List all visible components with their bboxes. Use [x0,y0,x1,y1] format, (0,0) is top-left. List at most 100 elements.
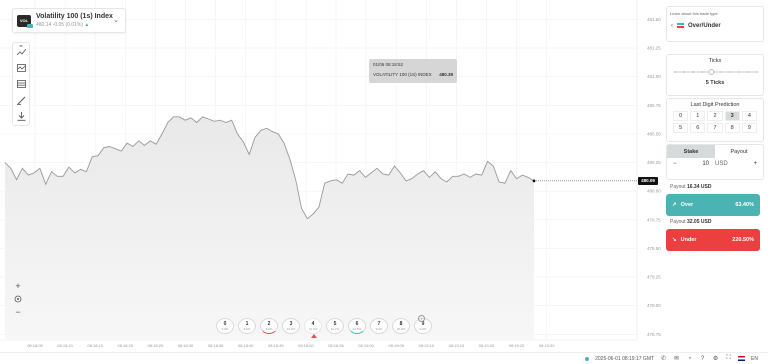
digit-option-6[interactable]: 6 [690,123,706,133]
digit-stat-percent: 9.9% [419,327,427,331]
indicators-icon[interactable] [15,62,27,74]
digit-stat-percent: 8.6% [243,327,251,331]
digit-option-3[interactable]: 3 [724,111,740,121]
x-tick-label: 08:19:05 [388,343,404,348]
symbol-quote: 480.14 -0.05 (0.01%) ▲ [36,22,113,28]
symbol-name: Volatility 100 (1s) Index [36,13,113,20]
tooltip-label: VOLATILITY 100 (1S) INDEX [373,72,432,77]
x-tick-label: 08:19:10 [419,343,435,348]
crosshair-button[interactable] [12,293,24,305]
x-tick-label: 08:19:15 [449,343,465,348]
tab-stake[interactable]: Stake [667,145,715,158]
digit-stat-0: 0 9.6% [216,318,234,334]
symbol-icon-label: VOL [19,18,29,23]
x-tick-label: 08:18:25 [148,343,164,348]
ticks-slider-step[interactable] [683,71,686,73]
zoom-in-button[interactable]: + [12,280,24,292]
digit-option-8[interactable]: 8 [724,123,740,133]
server-time: 2025-06-01 08:19:17 GMT [595,355,655,362]
settings-icon[interactable]: ⚙ [712,355,719,362]
purchase-under-button[interactable]: ↘ Under 220.50% [666,229,760,251]
ticks-slider-step[interactable] [719,71,722,73]
symbol-selector[interactable]: VOL Volatility 100 (1s) Index 480.14 -0.… [12,8,126,33]
y-tick-label: 479.75 [647,217,661,222]
y-tick-label: 479.50 [647,246,661,251]
digit-stat-percent: 9.9% [375,327,383,331]
over-under-icon [677,23,684,28]
digit-stat-8: 8 10.0% [392,318,410,334]
price-chart[interactable]: 481.50 481.25 481.00 480.75 480.50 480.25 480.… [0,0,664,352]
y-tick-label: 479.25 [647,275,661,280]
digit-stat-3: 3 10.6% [282,318,300,334]
responsible-trading-icon[interactable]: ◔ [686,355,693,362]
x-tick-label: 08:19:00 [358,343,374,348]
trade-type-selector[interactable]: Learn about this trade type ‹ Over/Under [666,6,764,42]
stake-amount-input[interactable]: 10 [702,161,709,167]
stake-decrease-button[interactable]: − [673,161,677,167]
y-tick-label: 478.75 [647,332,661,337]
ticks-slider-step[interactable] [737,71,740,73]
ticks-slider-step[interactable] [746,71,749,73]
digit-stat-2: 2 8.2% [260,318,278,334]
stake-currency: USD [715,161,728,167]
digit-option-9[interactable]: 9 [741,123,757,133]
digit-stats: 0 9.6% 1 8.6% 2 8.2% 3 10.6% 4 10.4% 5 10.7% 6 12.5% 7… [216,318,432,338]
chart-type-icon[interactable]: 1T [15,44,27,58]
y-tick-label: 480.75 [647,103,661,108]
ticks-slider-step[interactable] [728,71,731,73]
digit-stat-4: 4 10.4% [304,318,322,338]
x-tick-label: 08:18:35 [208,343,224,348]
language-selector[interactable]: EN [751,356,758,362]
price-area [5,116,534,340]
x-tick-label: 08:19:25 [509,343,525,348]
zoom-out-button[interactable]: − [12,306,24,318]
ticks-slider-step[interactable] [756,71,758,73]
current-price-dot [532,179,536,183]
y-tick-label: 481.25 [647,46,661,51]
ticks-slider-handle[interactable] [708,69,715,75]
download-icon[interactable] [15,110,27,122]
tab-payout[interactable]: Payout [715,145,763,158]
tooltip-value: 480.39 [439,72,453,77]
digit-option-1[interactable]: 1 [690,111,706,121]
digit-option-7[interactable]: 7 [707,123,723,133]
chart-svg: 481.50 481.25 481.00 480.75 480.50 480.25 480.… [0,0,661,348]
help-icon[interactable]: ? [699,355,706,362]
chart-toolbar: 1T [12,42,30,126]
digit-option-4[interactable]: 4 [741,111,757,121]
under-arrow-icon: ↘ [672,237,677,243]
digit-option-2[interactable]: 2 [707,111,723,121]
digit-option-5[interactable]: 5 [673,123,689,133]
chat-icon[interactable]: ✉ [673,355,680,362]
y-tick-label: 481.50 [647,17,661,22]
x-tick-label: 08:19:20 [479,343,495,348]
templates-icon[interactable] [15,78,27,90]
ticks-slider-step[interactable] [674,71,676,73]
chevron-left-icon[interactable]: ‹ [671,23,673,29]
x-tick-label: 08:18:20 [118,343,134,348]
x-tick-label: 08:18:55 [328,343,344,348]
status-bar: 2025-06-01 08:19:17 GMT ✆ ✉ ◔ ? ⚙ ⛶ EN [0,352,768,364]
purchase-over-button[interactable]: ↗ Over 63.40% [666,194,760,216]
x-tick-label: 08:18:05 [27,343,43,348]
digit-option-0[interactable]: 0 [673,111,689,121]
ticks-value: 5 Ticks [705,80,725,86]
info-icon[interactable]: i [418,315,425,322]
y-tick-label: 480.00 [647,189,661,194]
learn-trade-type-link[interactable]: Learn about this trade type [667,7,763,16]
ticks-slider-step[interactable] [701,71,704,73]
over-label: Over [680,202,694,208]
whatsapp-icon[interactable]: ✆ [660,355,667,362]
last-digit-section: Last Digit Prediction 01234 56789 [666,98,764,142]
under-payout-label: Payout [670,219,686,225]
ticks-slider[interactable] [667,68,765,76]
ticks-slider-step[interactable] [692,71,695,73]
digit-stat-7: 7 9.9% [370,318,388,334]
connection-status-icon [585,356,590,361]
fullscreen-icon[interactable]: ⛶ [725,355,732,362]
x-tick-label: 08:18:45 [268,343,284,348]
symbol-price: 480.14 [36,22,52,28]
stake-section: Stake Payout − 10 USD + [666,144,764,180]
drawing-tools-icon[interactable] [15,94,27,106]
stake-increase-button[interactable]: + [753,161,757,167]
